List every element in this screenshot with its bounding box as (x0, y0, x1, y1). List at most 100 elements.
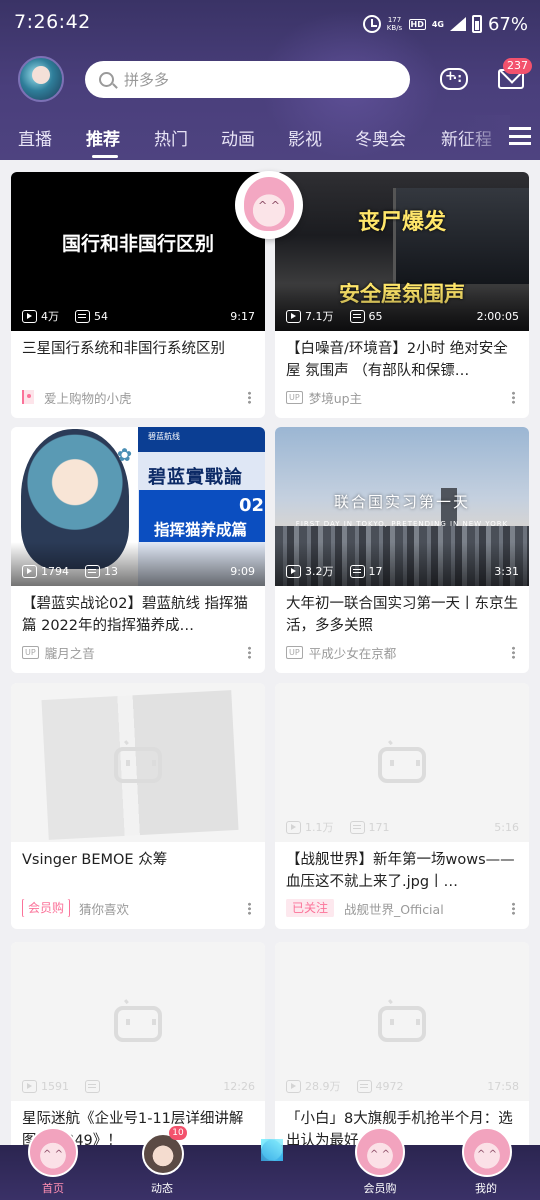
tab-film[interactable]: 影视 (288, 125, 322, 150)
video-title[interactable]: 【战舰世界】新年第一场wows——血压这不就上来了.jpg丨… (286, 849, 520, 893)
recommend-reason: 猜你喜欢 (79, 901, 130, 917)
video-card[interactable]: 28.9万 4972 17:58 「小白」8大旗舰手机抢半个月：选出认为最好… (275, 942, 529, 1145)
tab-live[interactable]: 直播 (18, 125, 52, 150)
video-title[interactable]: 大年初一联合国实习第一天丨东京生活，多多关照 (286, 593, 520, 637)
video-card[interactable]: Vsinger BEMOE 众筹 会员购 猜你喜欢 (11, 683, 265, 929)
dynamic-badge: 10 (169, 1126, 187, 1140)
video-stats: 4万 54 9:17 (22, 308, 255, 324)
battery-icon (471, 15, 482, 33)
video-feed[interactable]: 国行和非国行区别 4万 54 9:17 三星国行系统和非国行系统区别 爱上购物的… (0, 160, 540, 1145)
play-count-icon (286, 564, 301, 578)
author-name[interactable]: 梦境up主 (309, 388, 362, 406)
nav-home-label[interactable]: 首页 (23, 1180, 83, 1196)
search-input[interactable]: 拼多多 (85, 61, 410, 98)
more-options-icon[interactable] (512, 391, 515, 404)
video-title[interactable]: 【碧蓝实战论02】碧蓝航线 指挥猫篇 2022年的指挥猫养成… (22, 593, 256, 637)
danmaku-icon (85, 1079, 100, 1093)
shopping-tag-icon (22, 390, 34, 404)
user-avatar[interactable] (18, 56, 64, 102)
video-stats: 3.2万 17 3:31 (286, 563, 519, 579)
danmaku-count: 65 (368, 309, 383, 323)
video-meta: 爱上购物的小虎 (22, 388, 235, 406)
publish-icon[interactable] (253, 1131, 289, 1175)
video-meta: 已关注 战舰世界_Official (286, 899, 499, 917)
up-tag: UP (286, 645, 303, 659)
play-count-icon (22, 564, 37, 578)
placeholder-tv-icon (114, 746, 162, 783)
play-count: 28.9万 (305, 1080, 341, 1093)
game-center-icon[interactable] (440, 68, 468, 90)
followed-tag: 已关注 (286, 899, 335, 917)
video-thumbnail[interactable]: 国行和非国行区别 4万 54 9:17 (11, 172, 265, 331)
search-icon (99, 72, 114, 87)
video-thumbnail[interactable]: 碧蓝航线 碧蓝實戰論 02 指挥猫养成篇 ✿ 1794 13 9:09 (11, 427, 265, 586)
video-card[interactable]: 碧蓝航线 碧蓝實戰論 02 指挥猫养成篇 ✿ 1794 13 9:09 【碧蓝实… (11, 427, 265, 673)
video-card[interactable]: 丧尸爆发 安全屋氛围声 7.1万 65 2:00:05 【白噪音/环境音】2小时… (275, 172, 529, 418)
video-duration: 5:16 (494, 820, 519, 834)
thumbnail-brand: 碧蓝航线 (148, 432, 180, 441)
thumbnail-text: 国行和非国行区别 (61, 233, 214, 255)
more-options-icon[interactable] (512, 902, 515, 915)
tab-fade (460, 115, 510, 159)
video-thumbnail[interactable]: 1.1万 171 5:16 (275, 683, 529, 842)
tab-recommend[interactable]: 推荐 (86, 125, 120, 150)
up-tag: UP (22, 645, 39, 659)
home-nav-icon[interactable] (28, 1127, 78, 1177)
status-time: 7:26:42 (14, 11, 91, 33)
tab-hot[interactable]: 热门 (154, 125, 188, 150)
video-thumbnail[interactable]: 1591 12:26 (11, 942, 265, 1101)
more-options-icon[interactable] (248, 902, 251, 915)
author-name[interactable]: 朧月之音 (45, 643, 95, 661)
video-title[interactable]: 三星国行系统和非国行系统区别 (22, 338, 256, 360)
status-icons: 177 KB/s HD 4G 67% (362, 10, 528, 38)
author-name[interactable]: 平成少女在京都 (309, 643, 397, 661)
thumbnail-text: 指挥猫养成篇 (154, 521, 248, 539)
hd-icon: HD (408, 18, 426, 30)
video-duration: 3:31 (494, 564, 519, 578)
placeholder-tv-icon (114, 1005, 162, 1042)
video-thumbnail[interactable]: 28.9万 4972 17:58 (275, 942, 529, 1101)
video-title[interactable]: 【白噪音/环境音】2小时 绝对安全屋 氛围声 （有部队和保镖… (286, 338, 520, 382)
nav-dynamic-label[interactable]: 动态 (132, 1180, 192, 1196)
profile-nav-icon[interactable] (462, 1127, 512, 1177)
video-card[interactable]: 1591 12:26 星际迷航《企业号1-11层详细讲解图/海8849》！ (11, 942, 265, 1145)
video-title[interactable]: Vsinger BEMOE 众筹 (22, 849, 256, 871)
play-count: 1591 (41, 1079, 69, 1093)
play-count-icon (286, 309, 301, 323)
more-options-icon[interactable] (248, 391, 251, 404)
video-card[interactable]: 1.1万 171 5:16 【战舰世界】新年第一场wows——血压这不就上来了.… (275, 683, 529, 929)
nav-vip-shop-label[interactable]: 会员购 (350, 1180, 410, 1196)
more-options-icon[interactable] (512, 646, 515, 659)
video-duration: 9:09 (230, 564, 255, 578)
bottom-navigation: 首页 10 动态 会员购 我的 (0, 1126, 540, 1200)
placeholder-tv-icon (378, 1005, 426, 1042)
nav-profile-label[interactable]: 我的 (456, 1180, 516, 1196)
video-card[interactable]: 国行和非国行区别 4万 54 9:17 三星国行系统和非国行系统区别 爱上购物的… (11, 172, 265, 418)
thumbnail-text: 联合国实习第一天 (333, 493, 470, 511)
video-stats: 1591 12:26 (22, 1078, 255, 1094)
danmaku-icon (356, 1079, 372, 1093)
tab-winter-olympics[interactable]: 冬奥会 (355, 125, 406, 150)
video-thumbnail[interactable]: 丧尸爆发 安全屋氛围声 7.1万 65 2:00:05 (275, 172, 529, 331)
danmaku-icon (85, 564, 100, 578)
video-meta: UP 平成少女在京都 (286, 643, 499, 661)
author-name[interactable]: 爱上购物的小虎 (44, 388, 132, 406)
network-speed: 177 KB/s (387, 16, 403, 32)
author-name[interactable]: 战舰世界_Official (344, 899, 444, 917)
video-thumbnail[interactable]: 联合国实习第一天 FIRST DAY IN TOKYO, PRETENDING … (275, 427, 529, 586)
play-count-icon (286, 820, 301, 834)
more-options-icon[interactable] (248, 646, 251, 659)
network-speed-value: 177 (387, 16, 402, 24)
video-duration: 12:26 (223, 1079, 255, 1093)
video-card[interactable]: 联合国实习第一天 FIRST DAY IN TOKYO, PRETENDING … (275, 427, 529, 673)
danmaku-icon (75, 309, 90, 323)
play-count: 1794 (41, 564, 69, 578)
active-tab-indicator (92, 155, 118, 158)
channel-tabs: 直播 推荐 热门 动画 影视 冬奥会 新征程 (0, 115, 540, 159)
video-thumbnail[interactable] (11, 683, 265, 842)
mascot-avatar[interactable] (235, 171, 303, 239)
play-count-icon (22, 309, 37, 323)
tabs-menu-icon[interactable] (509, 127, 531, 145)
vip-shop-nav-icon[interactable] (355, 1127, 405, 1177)
tab-anime[interactable]: 动画 (221, 125, 255, 150)
